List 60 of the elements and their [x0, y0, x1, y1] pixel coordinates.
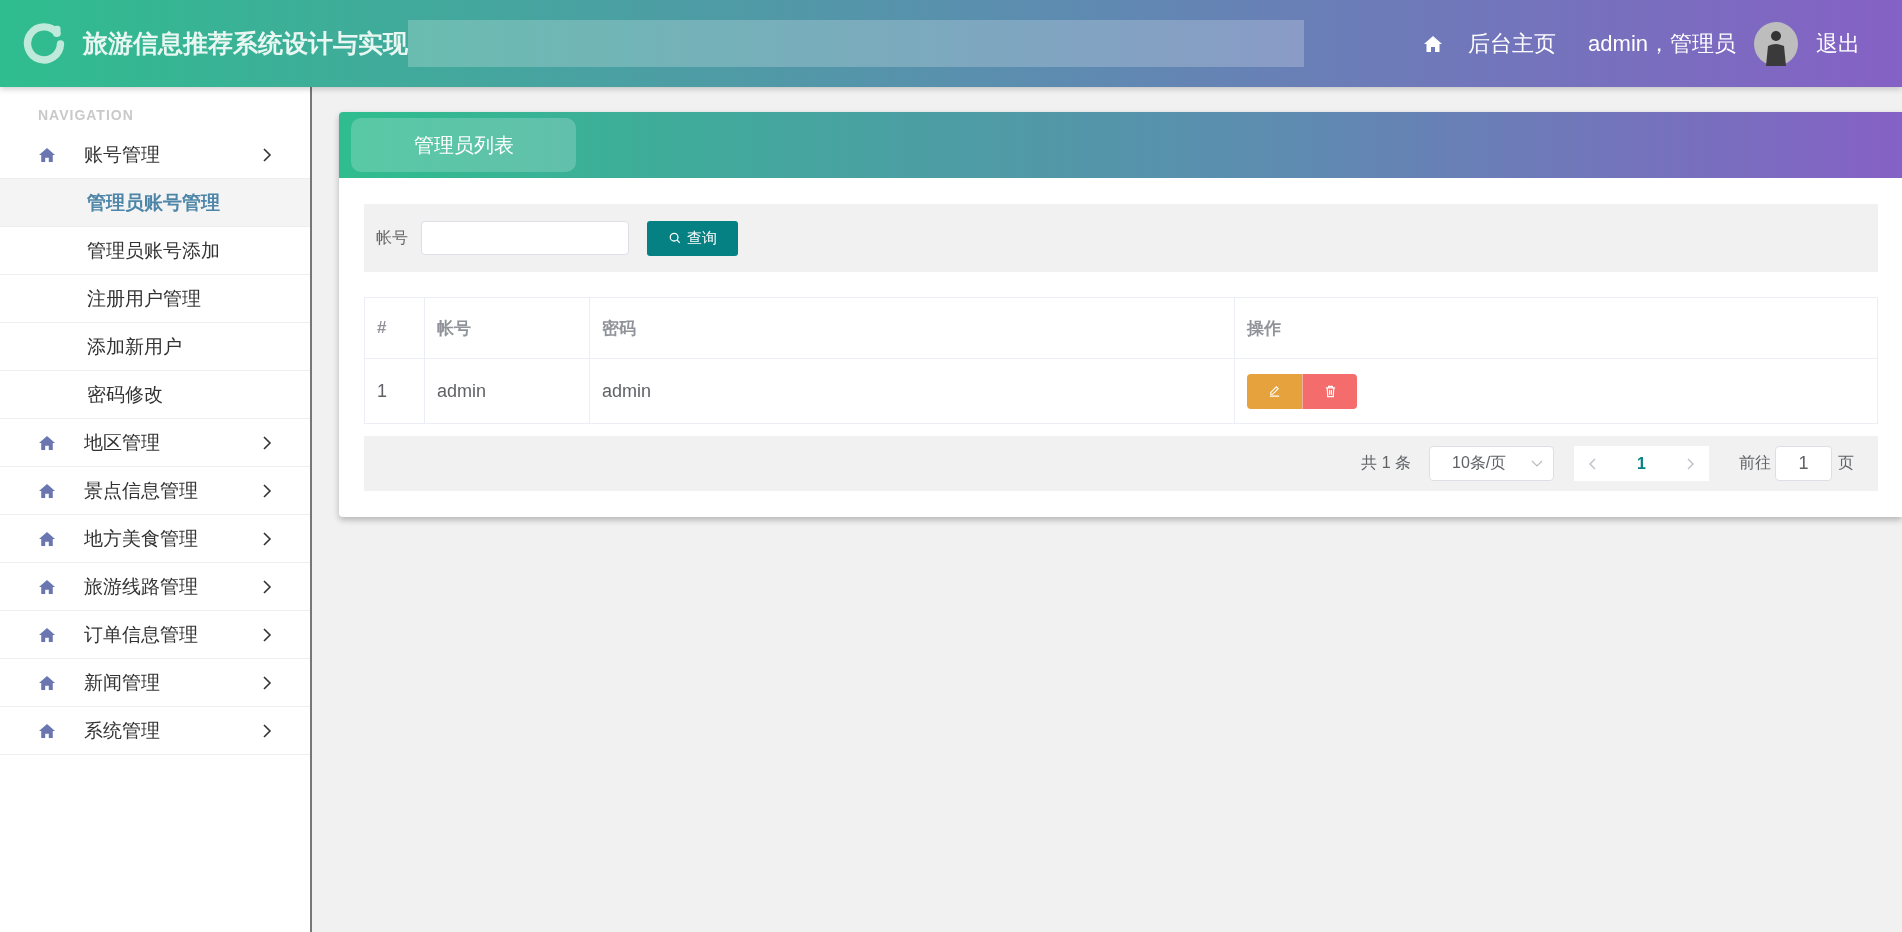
page-number[interactable]: 1 — [1637, 454, 1646, 473]
page-size-select[interactable]: 10条/页 — [1429, 446, 1554, 481]
chevron-icon — [262, 435, 272, 450]
nav-item[interactable]: 景点信息管理 — [0, 467, 310, 515]
home-icon — [38, 530, 56, 547]
home-icon — [38, 434, 56, 451]
goto-page-field[interactable]: 1 — [1775, 446, 1832, 481]
home-icon — [38, 722, 56, 739]
nav-subitem[interactable]: 管理员账号管理 — [0, 179, 310, 227]
nav-item[interactable]: 新闻管理 — [0, 659, 310, 707]
home-icon[interactable] — [1423, 34, 1444, 53]
chevron-icon — [262, 483, 272, 498]
header-search-bar[interactable] — [408, 20, 1304, 67]
nav-subitem[interactable]: 注册用户管理 — [0, 275, 310, 323]
home-icon — [38, 674, 56, 691]
next-page-icon[interactable] — [1687, 457, 1695, 470]
table-cell: admin — [424, 358, 590, 424]
nav-item[interactable]: 订单信息管理 — [0, 611, 310, 659]
logo-icon — [22, 21, 66, 66]
search-icon — [668, 232, 681, 244]
column-header: 密码 — [589, 297, 1235, 359]
nav-item[interactable]: 系统管理 — [0, 707, 310, 755]
edit-button[interactable] — [1247, 373, 1302, 409]
chevron-icon — [262, 579, 272, 594]
page-suffix: 页 — [1838, 453, 1854, 473]
table-cell: admin — [589, 358, 1235, 424]
chevron-icon — [262, 627, 272, 642]
chevron-icon — [262, 675, 272, 690]
column-header: # — [364, 297, 425, 359]
home-icon — [38, 482, 56, 499]
dashboard-link[interactable]: 后台主页 — [1468, 28, 1557, 59]
goto-label: 前往 — [1739, 453, 1771, 473]
home-icon — [38, 578, 56, 595]
account-field[interactable] — [421, 221, 629, 255]
nav-subitem[interactable]: 密码修改 — [0, 371, 310, 419]
prev-page-icon[interactable] — [1588, 457, 1596, 470]
home-icon — [38, 146, 56, 163]
column-header: 操作 — [1234, 297, 1878, 359]
chevron-icon — [262, 531, 272, 546]
nav-item[interactable]: 旅游线路管理 — [0, 563, 310, 611]
nav-item[interactable]: 地方美食管理 — [0, 515, 310, 563]
delete-button[interactable] — [1302, 373, 1357, 409]
search-button[interactable]: 查询 — [647, 220, 738, 256]
table-cell: 1 — [364, 358, 425, 424]
column-header: 帐号 — [424, 297, 590, 359]
user-name: admin，管理员 — [1588, 29, 1736, 58]
chevron-icon — [262, 723, 272, 738]
avatar-icon[interactable] — [1754, 21, 1798, 66]
dropdown-caret-icon — [1531, 459, 1543, 468]
trash-icon — [1323, 384, 1337, 398]
home-icon — [38, 626, 56, 643]
account-label: 帐号 — [376, 227, 408, 248]
nav-subitem[interactable]: 添加新用户 — [0, 323, 310, 371]
pencil-icon — [1268, 384, 1281, 398]
nav-item[interactable]: 地区管理 — [0, 419, 310, 467]
app-title: 旅游信息推荐系统设计与实现 — [83, 28, 408, 59]
total-count: 共 1 条 — [1361, 453, 1411, 473]
logout-link[interactable]: 退出 — [1816, 28, 1860, 59]
nav-subitem[interactable]: 管理员账号添加 — [0, 227, 310, 275]
chevron-icon — [262, 147, 272, 162]
